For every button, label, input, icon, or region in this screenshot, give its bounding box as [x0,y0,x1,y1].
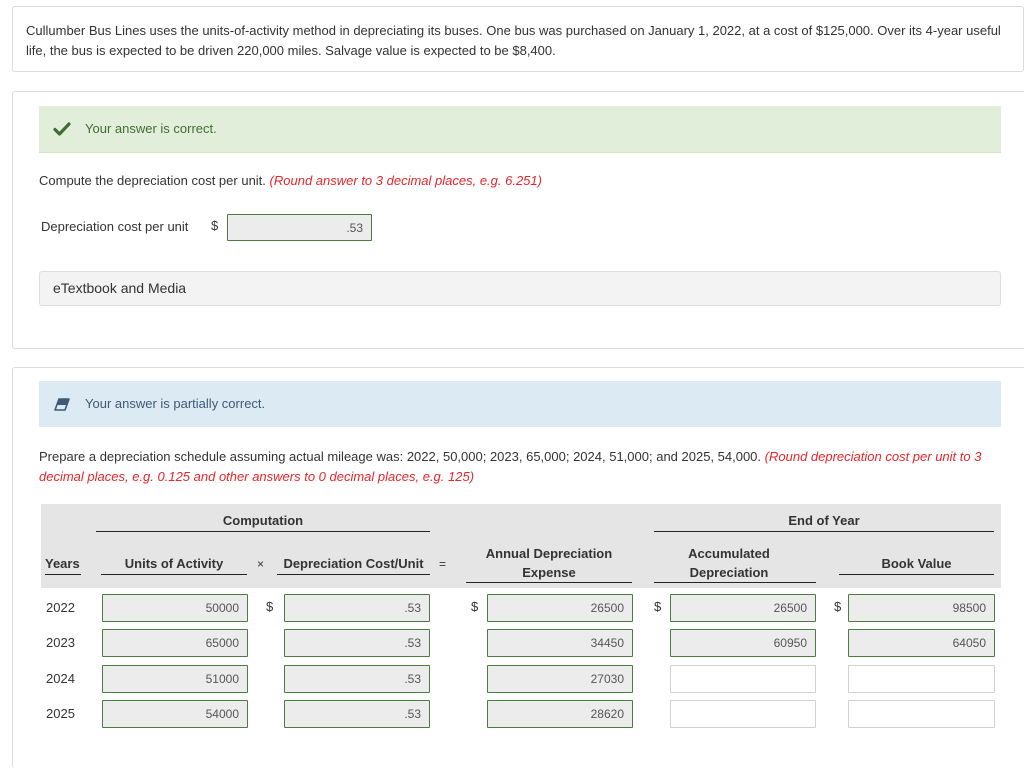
book-input[interactable] [848,629,995,657]
part2-instruction-text: Prepare a depreciation schedule assuming… [39,449,762,464]
annual-input[interactable] [487,629,633,657]
accumulated-input[interactable] [670,700,816,728]
book-value-underline [839,574,994,575]
units-input[interactable] [102,665,248,693]
year-label: 2023 [46,635,75,650]
etextbook-media-label: eTextbook and Media [53,280,187,296]
currency-symbol: $ [471,599,479,614]
book-input[interactable] [848,700,995,728]
accumulated-input[interactable] [670,665,816,693]
units-input[interactable] [102,629,248,657]
cost-unit-input[interactable] [284,700,430,728]
checkmark-icon [53,122,71,136]
currency-symbol: $ [654,599,662,614]
part2-instruction: Prepare a depreciation schedule assuming… [39,447,1019,487]
accumulated-input[interactable] [670,594,816,622]
year-label: 2024 [46,671,75,686]
units-input[interactable] [102,700,248,728]
eraser-icon [54,398,70,411]
problem-card: Cullumber Bus Lines uses the units-of-ac… [12,6,1024,72]
annual-input[interactable] [487,700,633,728]
etextbook-media-button[interactable]: eTextbook and Media [39,271,1001,306]
book-input[interactable] [848,665,995,693]
annual-input[interactable] [487,665,633,693]
partial-status-text: Your answer is partially correct. [85,396,266,411]
header-accum-line1: Accumulated [688,546,770,561]
book-input[interactable] [848,594,995,622]
cost-per-unit-underline [277,574,430,575]
currency-symbol: $ [211,218,219,233]
accumulated-underline [654,582,816,583]
cost-unit-input[interactable] [284,594,430,622]
cost-unit-input[interactable] [284,665,430,693]
currency-symbol: $ [834,599,842,614]
year-label: 2025 [46,706,75,721]
annual-input[interactable] [487,594,633,622]
header-accum-line2: Depreciation [689,565,769,580]
header-cost-per-unit: Depreciation Cost/Unit [283,556,424,571]
cost-per-unit-input[interactable] [227,214,372,241]
equals-operator: = [439,557,447,571]
problem-text: Cullumber Bus Lines uses the units-of-ac… [26,23,1001,58]
part2-hint-line2: decimal places, e.g. 0.125 and other ans… [39,469,475,484]
schedule-table-header: Computation End of Year Years Units of A… [41,504,1001,588]
accumulated-input[interactable] [670,629,816,657]
year-label: 2022 [46,600,75,615]
part1-card: Your answer is correct. Compute the depr… [12,91,1024,349]
units-underline [101,574,247,575]
annual-underline [466,582,632,583]
part2-hint-line1: (Round depreciation cost per unit to 3 [764,449,982,464]
header-end-of-year: End of Year [788,513,860,528]
times-operator: × [257,557,265,571]
end-of-year-underline [654,531,994,532]
part1-instruction-text: Compute the depreciation cost per unit. [39,173,266,188]
header-units-of-activity: Units of Activity [124,556,224,571]
years-underline [45,574,81,575]
header-annual-line2: Expense [522,565,576,580]
header-annual-line1: Annual Depreciation [485,546,613,561]
header-book-value: Book Value [881,556,952,571]
part1-instruction: Compute the depreciation cost per unit. … [39,171,542,191]
header-years: Years [45,556,80,571]
partial-banner: Your answer is partially correct. [39,381,1001,427]
units-input[interactable] [102,594,248,622]
cost-unit-input[interactable] [284,629,430,657]
correct-banner: Your answer is correct. [39,106,1001,153]
part1-hint: (Round answer to 3 decimal places, e.g. … [269,173,542,188]
header-computation: Computation [222,513,304,528]
computation-underline [96,531,430,532]
currency-symbol: $ [266,599,274,614]
header-annual-depreciation: Annual Depreciation Expense [466,544,632,582]
correct-status-text: Your answer is correct. [85,121,217,136]
header-accumulated-depreciation: Accumulated Depreciation [654,544,804,582]
cost-per-unit-label: Depreciation cost per unit [41,219,189,234]
